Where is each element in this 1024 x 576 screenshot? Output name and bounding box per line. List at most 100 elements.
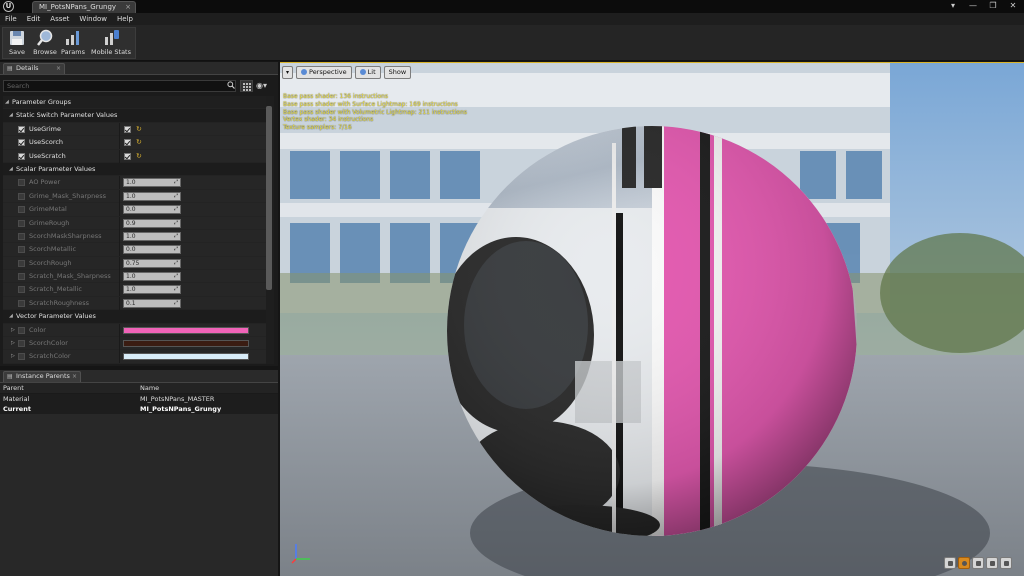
mobile-stats-button[interactable]: Mobile Stats bbox=[87, 28, 135, 58]
color-swatch[interactable] bbox=[123, 353, 249, 361]
override-checkbox[interactable] bbox=[18, 139, 25, 147]
close-instance-parents-icon[interactable]: × bbox=[72, 372, 77, 381]
menu-window[interactable]: Window bbox=[79, 13, 107, 25]
color-swatch[interactable] bbox=[123, 340, 249, 348]
scalar-value: 0.0 bbox=[126, 246, 136, 254]
lit-button[interactable]: Lit bbox=[354, 66, 381, 79]
override-checkbox[interactable] bbox=[18, 125, 25, 133]
show-button[interactable]: Show bbox=[383, 66, 412, 79]
document-tab[interactable]: MI_PotsNPans_Grungy × bbox=[32, 1, 136, 13]
reset-to-default-icon[interactable]: ↻ bbox=[136, 150, 142, 162]
close-tab-icon[interactable]: × bbox=[125, 2, 131, 12]
menu-help[interactable]: Help bbox=[117, 13, 133, 25]
details-scrollbar[interactable] bbox=[266, 96, 274, 364]
plane-mesh-button[interactable] bbox=[972, 557, 984, 569]
view-options-grid-button[interactable] bbox=[240, 80, 253, 92]
expand-triangle-icon[interactable]: ▷ bbox=[11, 350, 15, 362]
override-checkbox[interactable] bbox=[18, 340, 25, 348]
drag-spin-icon[interactable]: ⤢ bbox=[173, 286, 179, 293]
scalar-value-input[interactable]: 0.0 ⤢ bbox=[123, 205, 181, 215]
menu-file[interactable]: File bbox=[5, 13, 17, 25]
static-switch-group-row[interactable]: ◢ Static Switch Parameter Values bbox=[3, 109, 266, 123]
close-icon[interactable]: ✕ bbox=[1008, 0, 1018, 12]
scalar-value-input[interactable]: 0.0 ⤢ bbox=[123, 245, 181, 255]
scalar-value-input[interactable]: 1.0 ⤢ bbox=[123, 178, 181, 188]
vector-group-row[interactable]: ◢ Vector Parameter Values bbox=[3, 310, 266, 324]
collapse-triangle-icon[interactable]: ◢ bbox=[9, 109, 13, 121]
value-checkbox[interactable] bbox=[124, 125, 131, 133]
params-button[interactable]: Params bbox=[59, 28, 87, 58]
expand-triangle-icon[interactable]: ▷ bbox=[11, 337, 15, 349]
drag-spin-icon[interactable]: ⤢ bbox=[173, 193, 179, 200]
details-scrollbar-thumb[interactable] bbox=[266, 106, 272, 290]
override-checkbox[interactable] bbox=[18, 192, 25, 200]
override-checkbox[interactable] bbox=[18, 259, 25, 267]
collapse-triangle-icon[interactable]: ◢ bbox=[5, 96, 9, 108]
menu-asset[interactable]: Asset bbox=[50, 13, 69, 25]
override-checkbox[interactable] bbox=[18, 286, 25, 294]
scalar-value-input[interactable]: 1.0 ⤢ bbox=[123, 191, 181, 201]
override-checkbox[interactable] bbox=[18, 326, 25, 334]
color-swatch[interactable] bbox=[123, 326, 249, 334]
cube-mesh-button[interactable] bbox=[986, 557, 998, 569]
drag-spin-icon[interactable]: ⤢ bbox=[173, 300, 179, 307]
override-checkbox[interactable] bbox=[18, 219, 25, 227]
reset-to-default-icon[interactable]: ↻ bbox=[136, 123, 142, 135]
override-checkbox[interactable] bbox=[18, 179, 25, 187]
window-menu-icon[interactable]: ▾ bbox=[948, 0, 958, 12]
value-checkbox[interactable] bbox=[124, 152, 131, 160]
details-tab[interactable]: ▤ Details × bbox=[3, 63, 65, 74]
maximize-icon[interactable]: ❐ bbox=[988, 0, 998, 12]
table-row[interactable]: Material MI_PotsNPans_MASTER bbox=[0, 394, 278, 404]
close-details-icon[interactable]: × bbox=[56, 64, 61, 73]
custom-mesh-button[interactable] bbox=[1000, 557, 1012, 569]
table-row[interactable]: Current MI_PotsNPans_Grungy bbox=[0, 404, 278, 414]
instance-parents-body: Parent Name Material MI_PotsNPans_MASTER… bbox=[0, 382, 278, 576]
scalar-value-input[interactable]: 0.9 ⤢ bbox=[123, 218, 181, 228]
instance-parents-tab[interactable]: ▤ Instance Parents × bbox=[3, 371, 81, 382]
override-checkbox[interactable] bbox=[18, 273, 25, 281]
scalar-value-input[interactable]: 0.1 ⤢ bbox=[123, 298, 181, 308]
param-name: ScorchColor bbox=[29, 339, 68, 348]
drag-spin-icon[interactable]: ⤢ bbox=[173, 246, 179, 253]
drag-spin-icon[interactable]: ⤢ bbox=[173, 260, 179, 267]
override-checkbox[interactable] bbox=[18, 206, 25, 214]
cylinder-mesh-button[interactable] bbox=[944, 557, 956, 569]
save-button[interactable]: Save bbox=[3, 28, 31, 58]
scalar-value-input[interactable]: 1.0 ⤢ bbox=[123, 231, 181, 241]
override-checkbox[interactable] bbox=[18, 232, 25, 240]
minimize-icon[interactable]: — bbox=[968, 0, 978, 12]
param-name: ScratchColor bbox=[29, 352, 71, 361]
override-checkbox[interactable] bbox=[18, 353, 25, 361]
reset-to-default-icon[interactable]: ↻ bbox=[136, 136, 142, 148]
scalar-group-row[interactable]: ◢ Scalar Parameter Values bbox=[3, 162, 266, 177]
details-search-input[interactable]: Search bbox=[3, 80, 236, 92]
parameter-groups-row[interactable]: ◢ Parameter Groups bbox=[3, 96, 266, 110]
browse-button[interactable]: Browse bbox=[31, 28, 59, 58]
drag-spin-icon[interactable]: ⤢ bbox=[173, 233, 179, 240]
perspective-button[interactable]: Perspective bbox=[296, 66, 352, 79]
drag-spin-icon[interactable]: ⤢ bbox=[173, 179, 179, 186]
param-row-usegrime: UseGrime ↻ bbox=[3, 122, 266, 137]
scalar-value-input[interactable]: 1.0 ⤢ bbox=[123, 272, 181, 282]
drag-spin-icon[interactable]: ⤢ bbox=[173, 273, 179, 280]
material-preview-viewport[interactable]: ▾ Perspective Lit Show Base pass shader:… bbox=[280, 62, 1024, 576]
override-checkbox[interactable] bbox=[18, 246, 25, 254]
value-checkbox[interactable] bbox=[124, 139, 131, 147]
column-header-name[interactable]: Name bbox=[140, 383, 159, 394]
viewport-options-button[interactable]: ▾ bbox=[282, 66, 293, 79]
scalar-value: 1.0 bbox=[126, 232, 136, 240]
scalar-value-input[interactable]: 1.0 ⤢ bbox=[123, 285, 181, 295]
eye-icon[interactable]: ◉▾ bbox=[256, 80, 274, 92]
collapse-triangle-icon[interactable]: ◢ bbox=[9, 310, 13, 322]
menu-edit[interactable]: Edit bbox=[27, 13, 41, 25]
column-header-parent[interactable]: Parent bbox=[3, 383, 24, 394]
drag-spin-icon[interactable]: ⤢ bbox=[173, 220, 179, 227]
override-checkbox[interactable] bbox=[18, 299, 25, 307]
collapse-triangle-icon[interactable]: ◢ bbox=[9, 163, 13, 175]
expand-triangle-icon[interactable]: ▷ bbox=[11, 324, 15, 336]
drag-spin-icon[interactable]: ⤢ bbox=[173, 206, 179, 213]
override-checkbox[interactable] bbox=[18, 152, 25, 160]
scalar-value-input[interactable]: 0.75 ⤢ bbox=[123, 258, 181, 268]
sphere-mesh-button[interactable] bbox=[958, 557, 970, 569]
